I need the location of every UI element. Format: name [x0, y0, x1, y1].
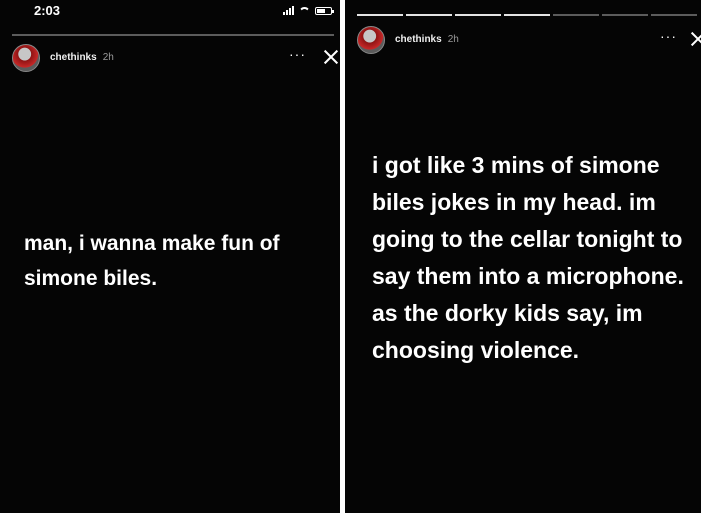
avatar[interactable]: [12, 44, 40, 72]
more-icon[interactable]: ···: [289, 46, 306, 62]
close-icon[interactable]: [689, 30, 701, 48]
story-progress-bar: [12, 34, 334, 36]
wifi-icon: [299, 6, 310, 15]
username-text[interactable]: chethinks: [395, 34, 442, 45]
progress-segment: [455, 14, 501, 16]
post-time: 2h: [102, 52, 114, 63]
story-text: man, i wanna make fun of simone biles.: [24, 232, 280, 290]
progress-segment: [504, 14, 550, 16]
progress-segment: [651, 14, 697, 16]
progress-segment: [602, 14, 648, 16]
status-bar: 2:03: [0, 0, 340, 26]
story-header: chethinks 2h ···: [12, 44, 340, 74]
story-screen-left: 2:03 chethinks 2h ··· man, i wanna make f…: [0, 0, 340, 513]
status-icons: [283, 6, 334, 15]
progress-segment: [406, 14, 452, 16]
story-progress-bar: [357, 14, 697, 16]
signal-icon: [283, 6, 294, 15]
more-icon[interactable]: ···: [660, 28, 677, 44]
avatar[interactable]: [357, 26, 385, 54]
progress-segment: [12, 34, 334, 36]
story-header: chethinks 2h ···: [357, 26, 701, 56]
story-text: i got like 3 mins of simone biles jokes …: [372, 152, 684, 363]
username[interactable]: chethinks 2h: [395, 34, 459, 45]
close-icon[interactable]: [322, 48, 340, 66]
battery-icon: [315, 6, 334, 15]
story-screen-right: chethinks 2h ··· i got like 3 mins of sim…: [345, 0, 701, 513]
progress-segment: [357, 14, 403, 16]
post-time: 2h: [447, 34, 459, 45]
progress-segment: [553, 14, 599, 16]
username[interactable]: chethinks 2h: [50, 52, 114, 63]
status-time: 2:03: [34, 3, 61, 18]
username-text[interactable]: chethinks: [50, 52, 97, 63]
